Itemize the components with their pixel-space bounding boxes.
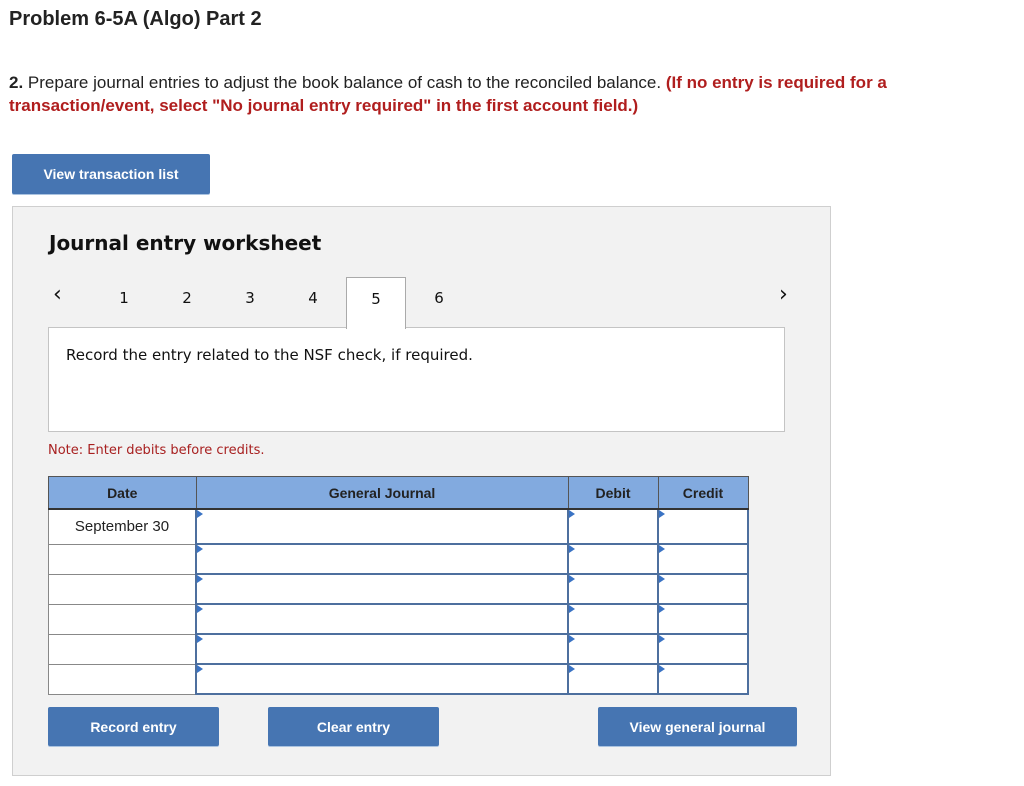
credit-input[interactable] (659, 665, 747, 693)
table-row (48, 663, 749, 695)
credit-field[interactable] (657, 543, 749, 575)
date-cell (48, 603, 197, 635)
record-entry-button[interactable]: Record entry (48, 707, 219, 746)
chevron-left-icon[interactable]: ‹ (53, 283, 62, 307)
debit-field[interactable] (567, 543, 659, 575)
date-cell (48, 543, 197, 575)
credit-input[interactable] (659, 605, 747, 633)
account-input[interactable] (197, 575, 567, 603)
account-input[interactable] (197, 605, 567, 633)
credit-field[interactable] (657, 603, 749, 635)
chevron-right-icon[interactable]: › (779, 283, 788, 307)
account-field[interactable] (195, 633, 569, 665)
journal-entry-worksheet-panel: Journal entry worksheet ‹ 1 2 3 4 5 6 › … (12, 206, 831, 776)
table-row: September 30 (48, 508, 749, 545)
debit-field[interactable] (567, 633, 659, 665)
table-row (48, 633, 749, 665)
instruction-number: 2. (9, 73, 24, 92)
clear-entry-button[interactable]: Clear entry (268, 707, 439, 746)
credit-input[interactable] (659, 635, 747, 663)
account-field[interactable] (195, 603, 569, 635)
tab-2[interactable]: 2 (157, 277, 217, 327)
page-title: Problem 6-5A (Algo) Part 2 (9, 8, 262, 30)
table-row (48, 543, 749, 575)
entry-description: Record the entry related to the NSF chec… (48, 327, 785, 432)
credit-field[interactable] (657, 508, 749, 545)
tab-4[interactable]: 4 (283, 277, 343, 327)
instructions: 2. Prepare journal entries to adjust the… (9, 71, 1019, 117)
date-cell: September 30 (48, 508, 197, 545)
debit-input[interactable] (569, 545, 657, 573)
header-debit: Debit (567, 476, 659, 510)
debit-field[interactable] (567, 508, 659, 545)
header-general-journal: General Journal (195, 476, 569, 510)
header-date: Date (48, 476, 197, 510)
credit-input[interactable] (659, 575, 747, 603)
account-input[interactable] (197, 510, 567, 543)
instruction-text: Prepare journal entries to adjust the bo… (23, 73, 666, 92)
account-input[interactable] (197, 635, 567, 663)
debit-input[interactable] (569, 575, 657, 603)
date-cell (48, 573, 197, 605)
header-credit: Credit (657, 476, 749, 510)
account-field[interactable] (195, 543, 569, 575)
credit-field[interactable] (657, 573, 749, 605)
account-input[interactable] (197, 545, 567, 573)
journal-header-row: Date General Journal Debit Credit (48, 476, 749, 510)
date-cell (48, 633, 197, 665)
account-input[interactable] (197, 665, 567, 693)
credit-field[interactable] (657, 633, 749, 665)
tab-6[interactable]: 6 (409, 277, 469, 327)
debit-input[interactable] (569, 635, 657, 663)
credit-input[interactable] (659, 545, 747, 573)
debit-input[interactable] (569, 665, 657, 693)
table-row (48, 603, 749, 635)
worksheet-title: Journal entry worksheet (49, 231, 322, 255)
account-field[interactable] (195, 573, 569, 605)
account-field[interactable] (195, 663, 569, 695)
account-field[interactable] (195, 508, 569, 545)
tab-5[interactable]: 5 (346, 277, 406, 329)
debit-field[interactable] (567, 603, 659, 635)
table-row (48, 573, 749, 605)
credit-input[interactable] (659, 510, 747, 543)
tab-3[interactable]: 3 (220, 277, 280, 327)
journal-table: Date General Journal Debit Credit Septem… (48, 476, 749, 695)
debit-field[interactable] (567, 573, 659, 605)
debit-input[interactable] (569, 510, 657, 543)
view-general-journal-button[interactable]: View general journal (598, 707, 797, 746)
debit-input[interactable] (569, 605, 657, 633)
credit-field[interactable] (657, 663, 749, 695)
debit-field[interactable] (567, 663, 659, 695)
tab-1[interactable]: 1 (94, 277, 154, 327)
date-cell (48, 663, 197, 695)
view-transaction-list-button[interactable]: View transaction list (12, 154, 210, 194)
debits-note: Note: Enter debits before credits. (48, 443, 265, 458)
